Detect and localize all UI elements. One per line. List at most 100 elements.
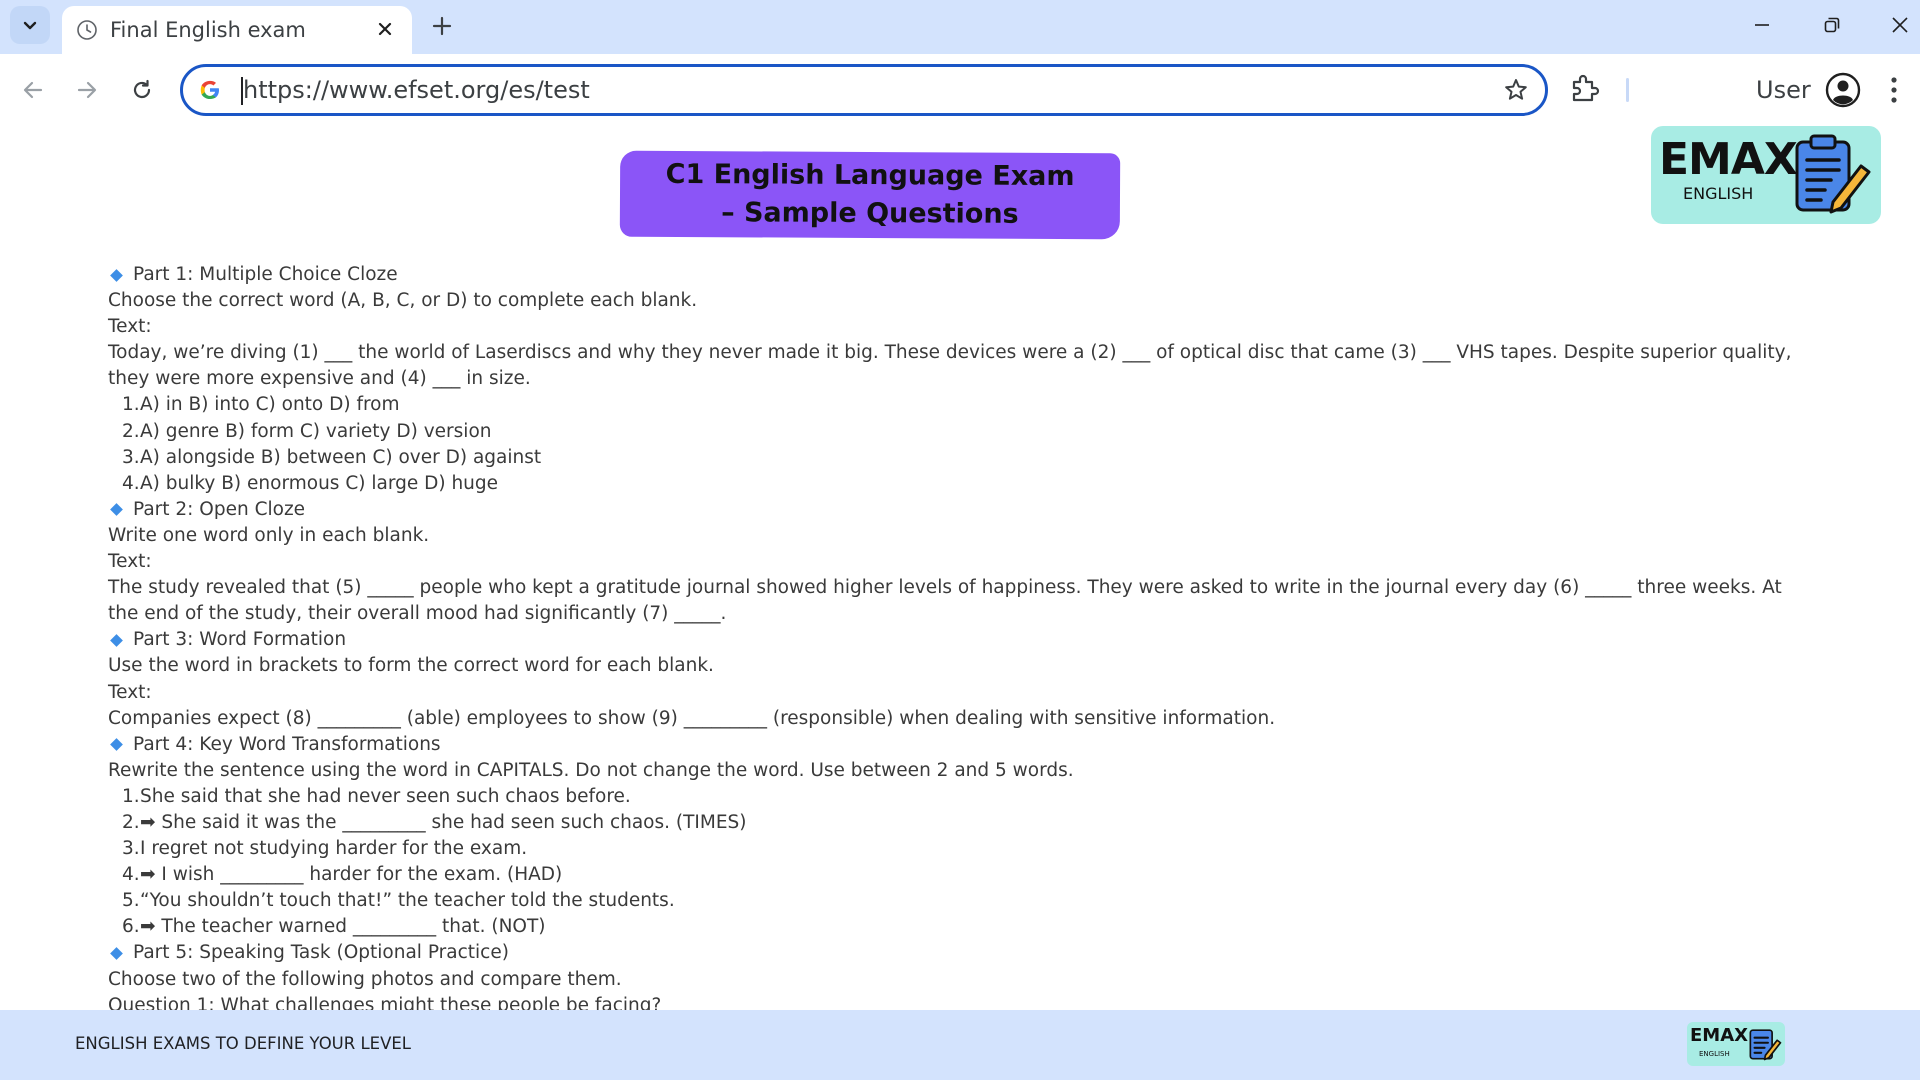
logo-sub-text: ENGLISH <box>1683 184 1754 203</box>
section-heading-text: Part 3: Word Formation <box>133 629 347 651</box>
text-line: Text: <box>108 316 152 338</box>
diamond-bullet-icon <box>110 947 123 960</box>
back-arrow-icon <box>23 81 43 99</box>
profile-button[interactable]: User <box>1756 70 1861 110</box>
diamond-bullet-icon <box>110 738 123 752</box>
list-item-text: “You shouldn’t touch that!” the teacher … <box>140 890 675 912</box>
back-button[interactable] <box>15 72 51 108</box>
list-item: 3. I regret not studying harder for the e… <box>108 836 1808 862</box>
url-text: https://www.efset.org/es/test <box>243 76 590 104</box>
forward-button[interactable] <box>69 72 105 108</box>
reload-icon <box>133 79 151 99</box>
list-item-number: 4. <box>122 864 140 886</box>
logo-main-text: EMAX <box>1659 134 1798 185</box>
page-title: C1 English Language Exam – Sample Questi… <box>665 158 1075 230</box>
list-item-number: 6. <box>122 916 140 938</box>
text-line: Text: <box>108 681 152 703</box>
reload-button[interactable] <box>124 72 160 108</box>
section-heading-text: Part 5: Speaking Task (Optional Practice… <box>133 942 509 964</box>
list-item-number: 2. <box>122 811 140 833</box>
emax-logo: EMAX ENGLISH <box>1651 126 1881 224</box>
clock-icon <box>77 20 97 40</box>
list-item: 6. ➡ The teacher warned _________ that. … <box>108 914 1808 940</box>
account-circle-icon <box>1825 72 1860 108</box>
tab-strip: Final English exam <box>0 0 1920 54</box>
section-heading: Part 4: Key Word Transformations <box>108 732 1808 758</box>
list-item-number: 1. <box>122 785 140 807</box>
page-title-banner: C1 English Language Exam – Sample Questi… <box>619 150 1121 240</box>
section-heading-text: Part 1: Multiple Choice Cloze <box>133 264 398 285</box>
diamond-bullet-icon <box>110 503 123 517</box>
more-options-icon[interactable] <box>1890 76 1898 104</box>
tab-title: Final English exam <box>110 18 306 42</box>
chevron-down-icon <box>23 21 37 30</box>
list-item-number: 3. <box>122 446 140 468</box>
list-item: 5. “You shouldn’t touch that!” the teache… <box>108 888 1808 914</box>
section-heading: Part 2: Open Cloze <box>108 497 1808 523</box>
list-item-text: I regret not studying harder for the exa… <box>140 838 528 860</box>
close-window-button[interactable] <box>1880 8 1920 42</box>
footer-text: ENGLISH EXAMS TO DEFINE YOUR LEVEL <box>75 1034 411 1053</box>
address-bar[interactable]: https://www.efset.org/es/test <box>180 64 1548 116</box>
text-line: Companies expect (8) _________ (able) em… <box>108 707 1276 729</box>
tab-close-button[interactable] <box>374 18 396 40</box>
section-heading-text: Part 4: Key Word Transformations <box>133 733 441 755</box>
list-item-number: 5. <box>122 890 140 912</box>
restore-button[interactable] <box>1812 8 1852 42</box>
restore-icon <box>1824 17 1840 33</box>
notepad-pencil-icon <box>1749 1029 1782 1061</box>
text-line: Text: <box>108 551 152 573</box>
forward-arrow-icon <box>77 81 97 99</box>
list-item-text: A) alongside B) between C) over D) again… <box>140 446 542 468</box>
plus-icon <box>432 16 452 36</box>
page-footer: ENGLISH EXAMS TO DEFINE YOUR LEVEL EMAX … <box>0 1010 1920 1080</box>
close-icon <box>1892 17 1908 33</box>
list-item-text: A) bulky B) enormous C) large D) huge <box>140 472 499 494</box>
list-item: 2. ➡ She said it was the _________ she h… <box>108 810 1808 836</box>
text-line: Write one word only in each blank. <box>108 524 430 546</box>
profile-name: User <box>1756 76 1811 104</box>
text-line: Rewrite the sentence using the word in C… <box>108 759 1074 781</box>
diamond-bullet-icon <box>110 268 123 282</box>
notepad-pencil-icon <box>1795 134 1871 214</box>
minimize-button[interactable] <box>1742 8 1782 42</box>
page-content: C1 English Language Exam – Sample Questi… <box>0 126 1920 1010</box>
section-heading: Part 3: Word Formation <box>108 627 1808 653</box>
tab-search-button[interactable] <box>10 6 50 44</box>
footer-logo-sub: ENGLISH <box>1699 1050 1730 1058</box>
section-heading: Part 5: Speaking Task (Optional Practice… <box>108 940 1808 966</box>
list-item-number: 1. <box>122 394 140 416</box>
text-line: Choose two of the following photos and c… <box>108 968 622 990</box>
list-item-text: A) genre B) form C) variety D) version <box>140 420 492 442</box>
toolbar-separator <box>1626 78 1629 102</box>
new-tab-button[interactable] <box>426 10 458 42</box>
section-heading-text: Part 2: Open Cloze <box>133 498 306 520</box>
footer-logo-main: EMAX <box>1690 1025 1749 1046</box>
list-item: 3. A) alongside B) between C) over D) aga… <box>108 445 1808 471</box>
footer-logo: EMAX ENGLISH <box>1687 1022 1785 1066</box>
active-tab[interactable]: Final English exam <box>62 6 412 54</box>
minimize-icon <box>1755 24 1769 26</box>
section-heading: Part 1: Multiple Choice Cloze <box>108 262 1808 288</box>
extensions-puzzle-icon[interactable] <box>1568 72 1600 104</box>
paragraph: The study revealed that (5) _____ people… <box>108 577 1782 625</box>
paragraph: Today, we’re diving (1) ___ the world of… <box>108 342 1792 390</box>
list-item: 1. She said that she had never seen such … <box>108 784 1808 810</box>
diamond-bullet-icon <box>110 633 123 647</box>
bookmark-star-icon[interactable] <box>1503 77 1529 103</box>
list-item-text: A) in B) into C) onto D) from <box>140 394 400 416</box>
browser-toolbar: https://www.efset.org/es/test User <box>0 54 1920 126</box>
text-line: Use the word in brackets to form the cor… <box>108 655 714 677</box>
list-item-number: 3. <box>122 838 140 860</box>
list-item: 1. A) in B) into C) onto D) from <box>108 392 1808 418</box>
list-item-text: ➡ She said it was the _________ she had … <box>140 811 747 833</box>
list-item: 4. A) bulky B) enormous C) large D) huge <box>108 471 1808 497</box>
close-icon <box>378 22 392 36</box>
list-item-text: ➡ I wish _________ harder for the exam. … <box>140 864 563 886</box>
list-item-text: She said that she had never seen such ch… <box>140 785 631 807</box>
list-item: 2. A) genre B) form C) variety D) version <box>108 419 1808 445</box>
text-line: Choose the correct word (A, B, C, or D) … <box>108 290 698 312</box>
list-item-text: ➡ The teacher warned _________ that. (NO… <box>140 916 546 938</box>
list-item-number: 2. <box>122 420 140 442</box>
exam-content: Part 1: Multiple Choice Cloze Choose the … <box>108 262 1808 1010</box>
